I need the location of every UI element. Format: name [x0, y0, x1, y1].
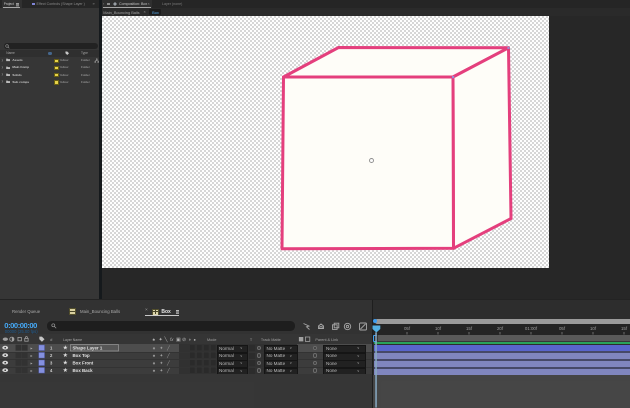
- svg-text:Box Front: Box Front: [73, 361, 94, 366]
- svg-text:★: ★: [63, 345, 68, 352]
- svg-text:▸: ▸: [31, 353, 33, 358]
- svg-text:✦: ✦: [160, 353, 164, 358]
- svg-text:▸: ▸: [31, 361, 33, 366]
- svg-text:T: T: [250, 338, 253, 342]
- svg-text:✦: ✦: [160, 368, 164, 373]
- svg-text:╱: ╱: [166, 360, 171, 367]
- svg-text:Box Back: Box Back: [73, 368, 94, 373]
- svg-text:▣: ▣: [176, 337, 181, 343]
- svg-text:Layer Name: Layer Name: [63, 338, 82, 342]
- svg-text:♠: ♠: [153, 353, 156, 358]
- svg-text:★: ★: [63, 360, 68, 367]
- svg-text:15f: 15f: [621, 326, 628, 331]
- svg-text:▸: ▸: [31, 368, 33, 373]
- svg-text:#: #: [50, 337, 53, 342]
- svg-text:3: 3: [50, 361, 53, 366]
- svg-text:01:00f: 01:00f: [525, 326, 538, 331]
- svg-text:✦: ✦: [160, 346, 164, 351]
- svg-text:fx: fx: [170, 337, 174, 342]
- svg-text:Box Top: Box Top: [73, 353, 91, 358]
- svg-text:★: ★: [63, 352, 68, 359]
- svg-text:4: 4: [50, 368, 53, 373]
- svg-text:✦: ✦: [159, 337, 163, 343]
- svg-text:♠: ♠: [153, 361, 156, 366]
- svg-text:●: ●: [193, 337, 196, 342]
- svg-text:05f: 05f: [559, 326, 566, 331]
- svg-text:05f: 05f: [404, 326, 411, 331]
- svg-text:Shape Layer 1: Shape Layer 1: [73, 346, 103, 351]
- svg-text:20f: 20f: [497, 326, 504, 331]
- svg-text:▸: ▸: [31, 346, 33, 351]
- svg-text:╱: ╱: [166, 367, 171, 374]
- svg-text:╱: ╱: [166, 345, 171, 352]
- svg-text:◑: ◑: [188, 338, 191, 343]
- svg-text:╲: ╲: [164, 336, 169, 343]
- svg-text:15f: 15f: [466, 326, 473, 331]
- svg-text:╱: ╱: [166, 352, 171, 359]
- svg-text:♠: ♠: [153, 368, 156, 373]
- svg-text:Mode: Mode: [207, 338, 216, 342]
- svg-text:★: ★: [63, 367, 68, 374]
- svg-text:Track Matte: Track Matte: [261, 338, 281, 342]
- svg-text:2: 2: [50, 353, 53, 358]
- svg-text:♠: ♠: [153, 338, 156, 343]
- svg-text:✦: ✦: [160, 361, 164, 366]
- svg-text:♠: ♠: [153, 346, 156, 351]
- svg-text:10f: 10f: [590, 326, 597, 331]
- svg-text:10f: 10f: [435, 326, 442, 331]
- svg-text:⊘: ⊘: [182, 337, 186, 343]
- svg-text:1: 1: [50, 346, 53, 351]
- svg-text:Parent & Link: Parent & Link: [315, 338, 338, 342]
